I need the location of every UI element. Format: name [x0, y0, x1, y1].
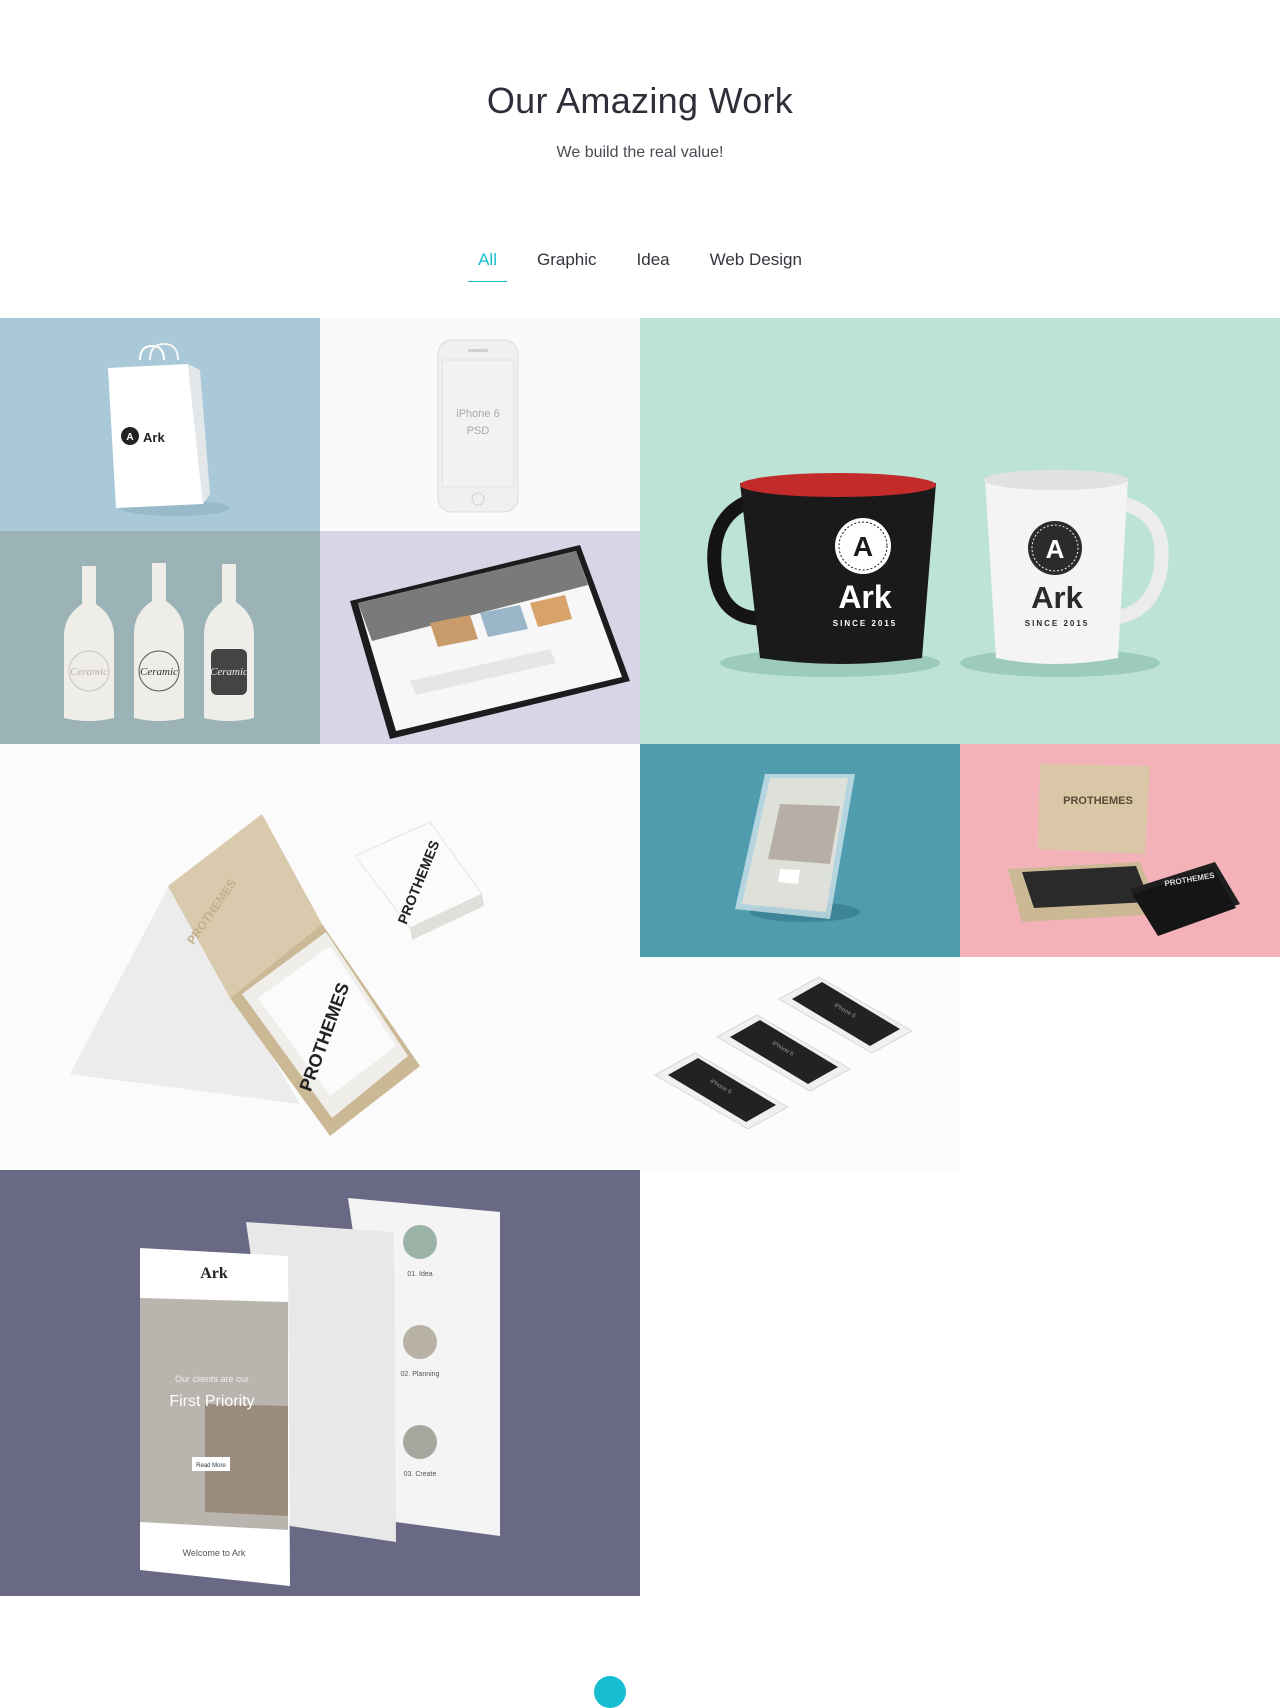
portfolio-item-card-box[interactable]: PROTHEMES PROTHEMES: [960, 744, 1280, 957]
iphones-image: iPhone 6 iPhone 6 iPhone 6: [653, 976, 914, 1130]
section-title: Our Amazing Work: [486, 80, 794, 121]
screens-step-3: 03. Create: [404, 1471, 437, 1478]
white-mug-brand: Ark: [1031, 580, 1083, 615]
portfolio-item-app-screens[interactable]: Ark Our clients are our First Priority R…: [0, 1170, 640, 1596]
portfolio-item-business-cards[interactable]: PROTHEMES PROTHEMES PROTHEMES: [0, 744, 640, 1170]
shopping-bag-image: A Ark: [108, 342, 230, 516]
portfolio-item-iphones[interactable]: iPhone 6 iPhone 6 iPhone 6: [640, 957, 960, 1170]
screens-step-1: 01. Idea: [407, 1271, 432, 1278]
mugs-image: A Ark SINCE 2015 A Ark SINCE 2015: [707, 470, 1169, 677]
iphone-psd-image: iPhone 6 PSD: [437, 339, 519, 513]
portfolio-item-tablet[interactable]: [320, 531, 640, 744]
bottle-2-label: Ceramic: [140, 666, 178, 678]
filter-web-design[interactable]: Web Design: [700, 246, 812, 282]
screens-step-2: 02. Planning: [401, 1371, 440, 1378]
white-mug-since: SINCE 2015: [1025, 619, 1089, 628]
bottle-3-label: Ceramic: [210, 666, 248, 678]
portfolio-item-glass-screen[interactable]: [640, 744, 960, 957]
box-lid-brand: PROTHEMES: [1063, 795, 1133, 807]
glass-screen-image: [735, 774, 860, 922]
tablet-image: [350, 545, 630, 739]
screens-read-more: Read More: [196, 1463, 226, 1469]
screens-brand: Ark: [200, 1265, 228, 1282]
business-cards-image: PROTHEMES PROTHEMES PROTHEMES: [70, 814, 484, 1136]
portfolio-filters: All Graphic Idea Web Design: [0, 246, 1280, 282]
filter-all[interactable]: All: [468, 246, 507, 282]
portfolio-item-bottles[interactable]: Ceramic Ceramic Ceramic: [0, 531, 320, 744]
portfolio-item-iphone-psd[interactable]: iPhone 6 PSD: [320, 318, 640, 531]
portfolio-item-bag[interactable]: A Ark: [0, 318, 320, 531]
bottles-image: Ceramic Ceramic Ceramic: [64, 563, 254, 721]
black-mug-since: SINCE 2015: [833, 619, 897, 628]
card-box-image: PROTHEMES PROTHEMES: [1008, 764, 1240, 936]
black-mug-badge: A: [853, 531, 873, 562]
portfolio-item-mugs[interactable]: A Ark SINCE 2015 A Ark SINCE 2015: [640, 318, 1280, 744]
screens-tagline-small: Our clients are our: [175, 1374, 249, 1384]
filter-idea[interactable]: Idea: [627, 246, 680, 282]
iphone-screen-line1: iPhone 6: [456, 408, 499, 420]
app-screens-image: Ark Our clients are our First Priority R…: [140, 1198, 500, 1586]
section-subtitle: We build the real value!: [556, 144, 724, 161]
bag-brand: Ark: [143, 430, 165, 445]
white-mug-badge: A: [1046, 534, 1065, 564]
filter-graphic[interactable]: Graphic: [527, 246, 607, 282]
scroll-to-top-button[interactable]: [594, 1676, 626, 1708]
bottle-1-label: Ceramic: [70, 666, 108, 678]
svg-text:A: A: [126, 432, 133, 443]
black-mug-brand: Ark: [838, 579, 892, 615]
iphone-screen-line2: PSD: [467, 425, 490, 437]
screens-footer: Welcome to Ark: [183, 1548, 246, 1558]
screens-tagline-big: First Priority: [169, 1393, 254, 1410]
